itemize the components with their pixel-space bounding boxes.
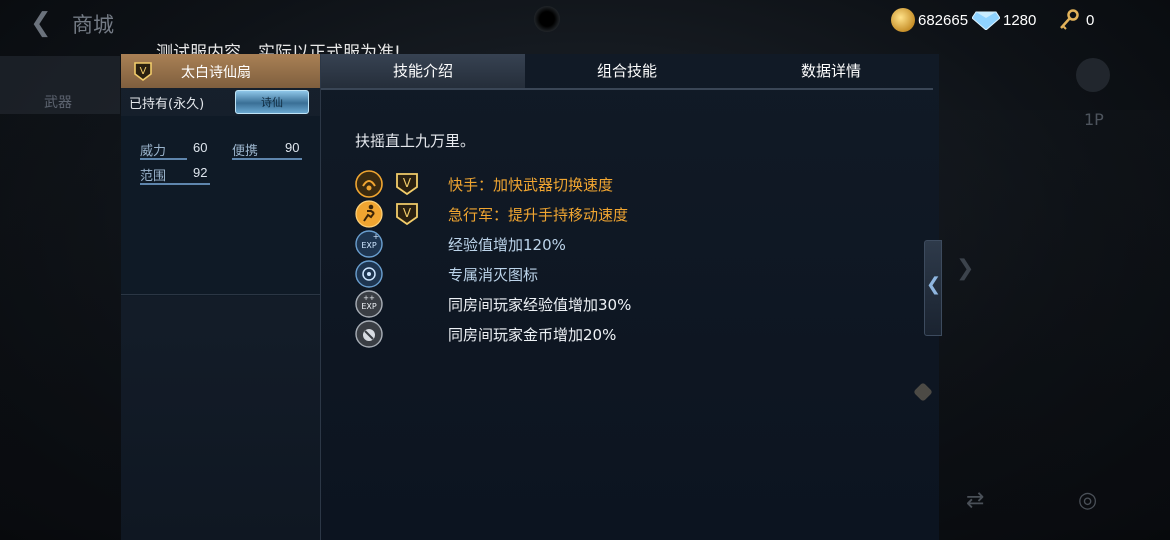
skill-text: 专属消灭图标 [448, 266, 539, 284]
sprint-icon [355, 200, 383, 228]
stat-value-power: 60 [193, 140, 208, 155]
coin-counter: 682665 [891, 6, 968, 34]
room-exp-icon: EXP ++ [355, 290, 383, 318]
skill-row: EXP ++ 同房间玩家经验值增加30% [355, 290, 915, 318]
skill-row: V 急行军：提升手持移动速度 [355, 200, 915, 228]
back-arrow-icon[interactable]: ❮ [30, 8, 60, 38]
diamond-icon [972, 11, 1000, 30]
gem-amount: 1280 [1003, 11, 1037, 29]
vip-badge-icon: V [396, 173, 418, 196]
item-name: 太白诗仙扇 [181, 65, 251, 81]
skill-text: 经验值增加120% [448, 236, 566, 254]
item-title-tag: 诗仙 [235, 90, 309, 114]
stat-bar-power [140, 158, 187, 160]
chevron-right-icon: ❯ [956, 256, 975, 281]
svg-text:V: V [140, 66, 147, 77]
gem-counter: 1280 [972, 6, 1036, 34]
coin-amount: 682665 [918, 11, 969, 29]
coin-icon [891, 8, 915, 32]
key-amount: 0 [1086, 11, 1095, 29]
stat-value-portability: 90 [285, 140, 300, 155]
view-icon[interactable]: ◎ [1078, 488, 1097, 513]
item-tag-label: 诗仙 [261, 96, 283, 109]
settings-icon[interactable] [1076, 58, 1110, 92]
stat-label-portability: 便携 [232, 144, 259, 159]
chevron-left-icon: ❮ [926, 274, 942, 295]
player-slot-label: 1P [1084, 110, 1104, 129]
key-counter: 0 [1058, 6, 1094, 34]
skill-row: 同房间玩家金币增加20% [355, 320, 915, 348]
skill-text: 同房间玩家金币增加20% [448, 326, 617, 344]
vip-badge-icon: V [396, 203, 418, 226]
weapon-category-label: 武器 [44, 95, 72, 111]
skill-row: 专属消灭图标 [355, 260, 915, 288]
stat-label-power: 威力 [140, 144, 167, 159]
skill-text: 急行军：提升手持移动速度 [448, 206, 629, 224]
stat-bar-portability [232, 158, 302, 160]
skill-detail-panel: 技能介绍 组合技能 数据详情 扶摇直上九万里。 V 快手：加快武器切换速度 V … [320, 54, 939, 540]
tab-bar: 技能介绍 组合技能 数据详情 [321, 54, 933, 90]
item-header: V 太白诗仙扇 [121, 54, 320, 88]
stat-label-range: 范围 [140, 169, 167, 184]
page-title: 商城 [72, 13, 114, 37]
svg-text:EXP: EXP [361, 241, 377, 250]
tab-data-details[interactable]: 数据详情 [729, 54, 933, 88]
svg-text:V: V [403, 176, 412, 190]
tab-combo-skills[interactable]: 组合技能 [525, 54, 729, 88]
item-description: 扶摇直上九万里。 [355, 132, 476, 150]
kill-mark-icon [355, 260, 383, 288]
ownership-status: 已持有(永久) [129, 97, 205, 112]
skill-row: V 快手：加快武器切换速度 [355, 170, 915, 198]
svg-text:EXP: EXP [361, 302, 377, 311]
key-icon [1060, 9, 1079, 30]
item-info-panel: V 太白诗仙扇 已持有(永久) 诗仙 威力 60 便携 90 范围 92 [121, 54, 321, 540]
exp-icon: EXP + [355, 230, 383, 258]
svg-text:++: ++ [363, 294, 375, 302]
room-gold-icon [355, 320, 383, 348]
stats-area: 威力 60 便携 90 范围 92 [121, 116, 320, 296]
vip-badge-icon: V [134, 62, 152, 81]
divider [121, 294, 320, 295]
svg-text:+: + [373, 232, 380, 241]
skill-text: 同房间玩家经验值增加30% [448, 296, 632, 314]
collapse-panel-button[interactable]: ❮ [924, 240, 942, 336]
swap-icon[interactable]: ⇄ [966, 488, 984, 513]
stat-value-range: 92 [193, 165, 208, 180]
quick-hand-icon [355, 170, 383, 198]
svg-text:V: V [403, 206, 412, 220]
stat-bar-range [140, 183, 210, 185]
tab-skill-intro[interactable]: 技能介绍 [321, 54, 525, 88]
skill-row: EXP + 经验值增加120% [355, 230, 915, 258]
skill-text: 快手：加快武器切换速度 [448, 176, 614, 194]
camera-notch [534, 6, 560, 32]
